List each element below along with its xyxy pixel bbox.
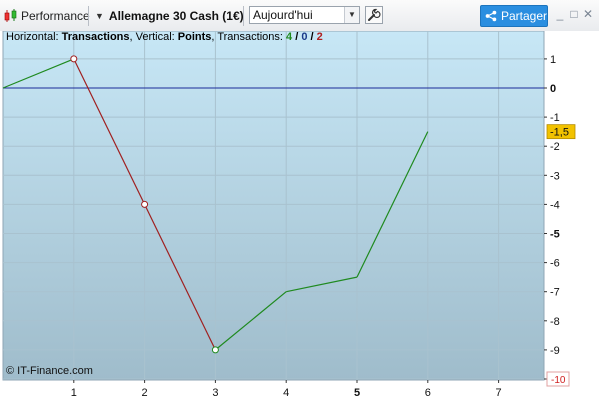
- x-tick-label: 4: [283, 387, 289, 399]
- candlestick-icon: [3, 0, 19, 31]
- data-point: [141, 200, 149, 208]
- settings-button[interactable]: [365, 6, 383, 24]
- period-select[interactable]: Aujourd'hui ▼: [249, 6, 360, 24]
- vertical-value: Points: [177, 31, 212, 43]
- chevron-down-icon: ▼: [95, 10, 104, 21]
- x-tick-label: 3: [212, 387, 218, 399]
- x-tick-label: 1: [71, 387, 77, 399]
- y-tick-label: -8: [550, 316, 560, 328]
- y-tick-label: -2: [550, 141, 560, 153]
- performance-label[interactable]: Performance: [21, 0, 90, 31]
- minimize-button[interactable]: _: [553, 7, 567, 21]
- transactions-prefix: , Transactions:: [211, 31, 287, 43]
- x-tick-label: 7: [496, 387, 502, 399]
- x-tick-label: 2: [142, 387, 148, 399]
- y-tick-label: -7: [550, 287, 560, 299]
- y-tick-label: -4: [550, 199, 560, 211]
- share-button[interactable]: Partager: [480, 5, 548, 27]
- close-button[interactable]: ✕: [581, 7, 595, 21]
- y-tick-label: 1: [550, 54, 556, 66]
- chart-info: Horizontal: Transactions, Vertical: Poin…: [6, 31, 323, 43]
- performance-chart[interactable]: 1 0 -1 -2 -3 -4 -5 -6 -7 -8 -9 -10 -1,5 1 2 3 4 5 6 7: [0, 31, 599, 403]
- plot-area: [2, 31, 545, 381]
- slash: /: [307, 31, 317, 43]
- instrument-name: Allemagne 30 Cash (1€): [108, 8, 244, 23]
- wrench-icon: [368, 8, 381, 21]
- y-tick-label: -3: [550, 170, 560, 182]
- data-point: [70, 55, 78, 63]
- y-tick-label: 0: [550, 83, 556, 95]
- losses-count: 2: [316, 31, 323, 43]
- y-tick-label: -1: [550, 112, 560, 124]
- toolbar-separator: [243, 6, 244, 26]
- share-icon: [485, 10, 497, 22]
- horizontal-prefix: Horizontal:: [6, 31, 62, 43]
- x-tick-label: 6: [425, 387, 431, 399]
- horizontal-value: Transactions: [61, 31, 130, 43]
- y-tick-label: -9: [550, 345, 560, 357]
- period-value: Aujourd'hui: [253, 8, 313, 22]
- maximize-button[interactable]: □: [567, 7, 581, 21]
- current-value-label: -1,5: [550, 127, 569, 139]
- data-point: [211, 346, 219, 354]
- copyright: © IT-Finance.com: [6, 365, 93, 377]
- vertical-prefix: , Vertical:: [129, 31, 178, 43]
- title-bar: Performance ▼ Allemagne 30 Cash (1€) Auj…: [0, 0, 599, 32]
- x-tick-label: 5: [354, 387, 360, 399]
- y-tick-label: -5: [550, 229, 560, 241]
- y-tick-label: -10: [551, 375, 566, 386]
- share-label: Partager: [500, 9, 547, 23]
- slash: /: [292, 31, 302, 43]
- y-tick-label: -6: [550, 258, 560, 270]
- toolbar-separator: [88, 6, 89, 26]
- chevron-down-icon[interactable]: ▼: [344, 7, 359, 23]
- instrument-selector[interactable]: ▼ Allemagne 30 Cash (1€): [95, 0, 244, 31]
